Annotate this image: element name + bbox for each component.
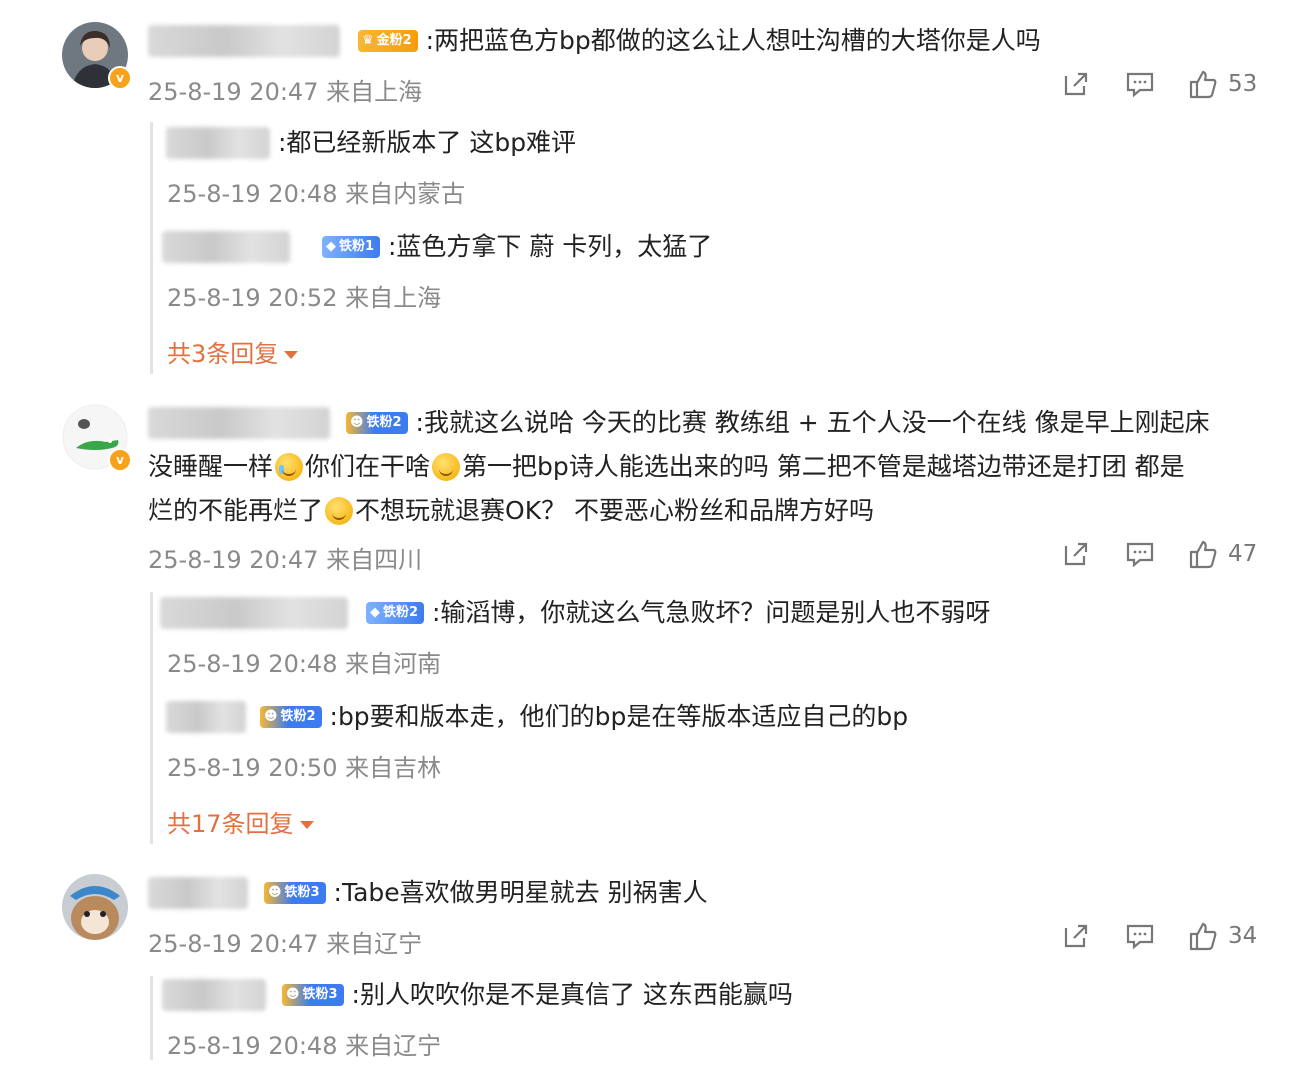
fan-badge: ◆ 铁粉2	[365, 602, 424, 624]
reply-header: ☻ 铁粉3 :别人吹吹你是不是真信了 这东西能赢吗	[162, 972, 793, 1017]
fan-badge: ☻ 铁粉3	[281, 984, 344, 1006]
reply-header: ◆ 铁粉1 :蓝色方拿下 蔚 卡列，太猛了	[162, 224, 712, 269]
chevron-down-icon	[284, 351, 299, 359]
username-blurred[interactable]	[166, 127, 270, 159]
reply-meta: 25-8-19 20:52 来自上海	[167, 284, 442, 312]
comment-header: ♛ 金粉2 :两把蓝色方bp都做的这么让人想吐沟槽的大塔你是人吗	[148, 18, 1041, 63]
share-icon[interactable]	[1060, 920, 1092, 952]
reply-text: :bp要和版本走，他们的bp是在等版本适应自己的bp	[329, 702, 909, 731]
more-replies-link[interactable]: 共17条回复	[167, 804, 314, 839]
avatar-image	[62, 874, 128, 940]
verified-badge-icon: v	[108, 448, 132, 472]
comment-text-line: 烂的不能再烂了 不想玩就退赛OK？ 不要恶心粉丝和品牌方好吗	[148, 496, 875, 525]
face-icon: ☻	[267, 885, 282, 900]
reply-meta: 25-8-19 20:50 来自吉林	[167, 754, 442, 782]
thumbs-up-icon	[1189, 922, 1217, 951]
reply-meta: 25-8-19 20:48 来自辽宁	[167, 1032, 442, 1060]
username-blurred[interactable]	[148, 877, 248, 909]
reply-meta: 25-8-19 20:48 来自河南	[167, 650, 442, 678]
comment-meta: 25-8-19 20:47 来自辽宁	[148, 930, 423, 958]
comment-header: ☻ 铁粉3 :Tabe喜欢做男明星就去 别祸害人	[148, 870, 708, 915]
username-blurred[interactable]	[148, 407, 330, 439]
comment-meta: 25-8-19 20:47 来自上海	[148, 78, 423, 106]
diamond-icon: ◆	[325, 239, 336, 254]
chevron-down-icon	[299, 821, 314, 829]
comment-actions: 47	[1060, 538, 1257, 570]
like-count: 47	[1228, 541, 1258, 567]
reply-meta: 25-8-19 20:48 来自内蒙古	[167, 180, 466, 208]
face-icon: ☻	[349, 415, 364, 430]
smile-emoji-icon	[432, 453, 461, 481]
replies-divider	[150, 122, 153, 374]
like-button[interactable]: 53	[1188, 68, 1257, 100]
face-icon: ☻	[263, 709, 278, 724]
comment-text-line: 没睡醒一样 你们在干啥 第一把bp诗人能选出来的吗 第二把不管是越塔边带还是打团 都…	[148, 452, 1185, 481]
comment-text: :两把蓝色方bp都做的这么让人想吐沟槽的大塔你是人吗	[425, 26, 1041, 55]
share-icon[interactable]	[1060, 68, 1092, 100]
smile-emoji-icon	[325, 497, 354, 525]
comment-icon[interactable]	[1124, 538, 1156, 570]
username-blurred[interactable]	[160, 597, 348, 629]
reply-text: :蓝色方拿下 蔚 卡列，太猛了	[387, 232, 713, 261]
reply-text: :都已经新版本了 这bp难评	[277, 128, 577, 157]
comment-text: :我就这么说哈 今天的比赛 教练组 + 五个人没一个在线 像是早上刚起床	[415, 408, 1210, 437]
comment-icon[interactable]	[1124, 920, 1156, 952]
avatar[interactable]	[62, 874, 128, 940]
avatar[interactable]: v	[62, 404, 132, 472]
reply-header: ◆ 铁粉2 :输滔博，你就这么气急败坏？问题是别人也不弱呀	[160, 590, 990, 635]
verified-badge-icon: v	[108, 66, 132, 90]
reply-header: ☻ 铁粉2 :bp要和版本走，他们的bp是在等版本适应自己的bp	[166, 694, 908, 739]
fan-badge: ☻ 铁粉2	[345, 412, 408, 434]
replies-divider	[150, 592, 153, 844]
username-blurred[interactable]	[162, 979, 266, 1011]
like-count: 53	[1228, 71, 1258, 97]
comment-actions: 53	[1060, 68, 1257, 100]
reply-text: :别人吹吹你是不是真信了 这东西能赢吗	[351, 980, 793, 1009]
crying-emoji-icon	[275, 453, 304, 481]
username-blurred[interactable]	[148, 25, 340, 57]
fan-badge: ♛ 金粉2	[357, 30, 418, 52]
crown-icon: ♛	[361, 33, 374, 48]
comment-meta: 25-8-19 20:47 来自四川	[148, 546, 423, 574]
reply-header: :都已经新版本了 这bp难评	[166, 120, 576, 165]
comment-icon[interactable]	[1124, 68, 1156, 100]
fan-badge: ☻ 铁粉3	[263, 882, 326, 904]
diamond-icon: ◆	[369, 605, 380, 620]
fan-badge: ◆ 铁粉1	[321, 236, 380, 258]
comment-text: :Tabe喜欢做男明星就去 别祸害人	[333, 878, 708, 907]
like-button[interactable]: 34	[1188, 920, 1257, 952]
comment-actions: 34	[1060, 920, 1257, 952]
replies-divider	[150, 976, 153, 1060]
reply-text: :输滔博，你就这么气急败坏？问题是别人也不弱呀	[431, 598, 991, 627]
comment-header: ☻ 铁粉2 :我就这么说哈 今天的比赛 教练组 + 五个人没一个在线 像是早上刚…	[148, 400, 1210, 445]
face-icon: ☻	[285, 987, 300, 1002]
thumbs-up-icon	[1189, 70, 1217, 99]
avatar[interactable]: v	[62, 22, 132, 90]
username-blurred[interactable]	[166, 701, 246, 733]
like-button[interactable]: 47	[1188, 538, 1257, 570]
share-icon[interactable]	[1060, 538, 1092, 570]
fan-badge: ☻ 铁粉2	[259, 706, 322, 728]
more-replies-link[interactable]: 共3条回复	[167, 334, 299, 369]
username-blurred[interactable]	[162, 231, 290, 263]
thumbs-up-icon	[1189, 540, 1217, 569]
like-count: 34	[1228, 923, 1258, 949]
